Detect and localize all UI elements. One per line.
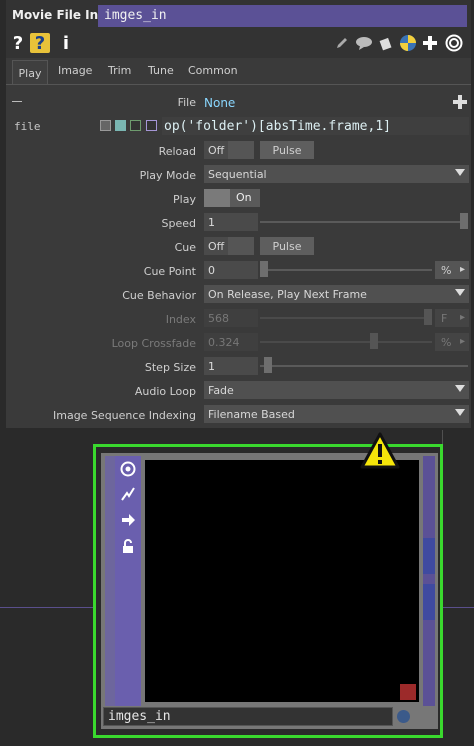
comment-icon[interactable] <box>354 33 374 53</box>
index-slider-track <box>260 317 432 319</box>
tab-trim[interactable]: Trim <box>108 64 131 77</box>
node-blue-dot-icon[interactable] <box>397 710 410 723</box>
loopcrossfade-slider-knob <box>370 333 378 349</box>
chevron-down-icon <box>455 169 465 176</box>
node-name: imges_in <box>108 709 171 724</box>
loopcrossfade-slider-track <box>260 341 432 343</box>
param-label-stepsize: Step Size <box>144 361 196 374</box>
loopcrossfade-unit-button: % ▸ <box>435 333 469 351</box>
node-viewer[interactable] <box>145 460 419 702</box>
param-label-loopcrossfade: Loop Crossfade <box>111 337 196 350</box>
collapse-icon[interactable] <box>12 101 22 102</box>
operator-name: imges_in <box>104 8 167 23</box>
node-name-bar[interactable]: imges_in <box>103 707 393 726</box>
viewer-red-corner <box>400 684 416 700</box>
bypass-flag-icon[interactable] <box>118 510 138 530</box>
param-label-index: Index <box>165 313 196 326</box>
viewer-flag-icon[interactable] <box>118 459 138 479</box>
chevron-down-icon <box>455 385 465 392</box>
mode-expression-icon[interactable] <box>115 120 126 131</box>
param-label-audioloop: Audio Loop <box>134 385 196 398</box>
param-label-speed: Speed <box>161 217 196 230</box>
param-label-reload: Reload <box>158 145 196 158</box>
tab-common[interactable]: Common <box>188 64 238 77</box>
node-add-icon[interactable] <box>416 709 432 725</box>
warning-icon[interactable] <box>360 432 400 473</box>
add-icon[interactable] <box>420 33 440 53</box>
node-output-bar <box>423 456 435 706</box>
imgseq-menu[interactable]: Filename Based <box>204 405 469 423</box>
speed-slider-track[interactable] <box>260 221 468 223</box>
title-bar: Movie File In imges_in <box>6 0 471 30</box>
file-field[interactable]: None <box>204 94 434 112</box>
cuepoint-slider-track[interactable] <box>260 269 432 271</box>
audioloop-menu[interactable]: Fade <box>204 381 469 399</box>
param-label-file: File <box>177 96 196 109</box>
node-input-strip <box>105 456 115 706</box>
reload-toggle[interactable]: Off <box>204 141 254 159</box>
index-slider-knob <box>424 309 432 325</box>
cuebehavior-menu[interactable]: On Release, Play Next Frame <box>204 285 469 303</box>
cuepoint-field[interactable]: 0 <box>204 261 258 279</box>
file-expression-field[interactable]: op('folder')[absTime.frame,1] <box>162 117 469 135</box>
param-label-imgseq: Image Sequence Indexing <box>53 409 196 422</box>
param-label-play: Play <box>173 193 196 206</box>
stepsize-field[interactable]: 1 <box>204 357 258 375</box>
cue-toggle[interactable]: Off <box>204 237 254 255</box>
cuepoint-slider-knob[interactable] <box>260 261 268 277</box>
icon-toolbar: ? ? i <box>6 30 471 58</box>
clone-icon[interactable] <box>376 33 396 53</box>
operator-name-field[interactable]: imges_in <box>98 5 467 27</box>
stepsize-slider-track[interactable] <box>260 365 468 367</box>
cuepoint-unit-button[interactable]: % ▸ <box>435 261 469 279</box>
python-icon[interactable] <box>398 33 418 53</box>
stepsize-slider-knob[interactable] <box>264 357 272 373</box>
chevron-down-icon <box>455 409 465 416</box>
tab-divider <box>6 84 471 85</box>
help-icon[interactable]: ? <box>8 33 28 54</box>
mode-bind-icon[interactable] <box>146 120 157 131</box>
index-unit-button: F ▸ <box>435 309 469 327</box>
output-connector[interactable] <box>423 584 435 620</box>
pencil-icon[interactable] <box>332 33 352 53</box>
mode-export-icon[interactable] <box>130 120 141 131</box>
add-file-icon[interactable] <box>452 94 468 110</box>
param-label-cuebehavior: Cue Behavior <box>122 289 196 302</box>
operator-type-label: Movie File In <box>12 8 99 22</box>
speed-slider-knob[interactable] <box>460 213 468 229</box>
param-label-cuepoint: Cue Point <box>143 265 196 278</box>
python-help-icon[interactable]: ? <box>30 33 50 54</box>
output-connector[interactable] <box>423 538 435 574</box>
loopcrossfade-field: 0.324 <box>204 333 258 351</box>
param-label-playmode: Play Mode <box>139 169 196 182</box>
param-label-cue: Cue <box>174 241 196 254</box>
chevron-down-icon <box>455 289 465 296</box>
cook-flag-icon[interactable] <box>118 484 138 504</box>
tab-tune[interactable]: Tune <box>148 64 174 77</box>
mode-constant-icon[interactable] <box>100 120 111 131</box>
speed-field[interactable]: 1 <box>204 213 258 231</box>
reload-pulse-button[interactable]: Pulse <box>260 141 314 159</box>
info-icon[interactable]: i <box>56 33 76 54</box>
tab-play[interactable]: Play <box>12 60 48 85</box>
parameter-dialog: Movie File In imges_in ? ? i Play Image … <box>6 0 471 428</box>
tab-image[interactable]: Image <box>58 64 92 77</box>
cue-pulse-button[interactable]: Pulse <box>260 237 314 255</box>
target-icon[interactable] <box>444 33 464 53</box>
playmode-menu[interactable]: Sequential <box>204 165 469 183</box>
param-name-file: file <box>14 120 41 133</box>
play-toggle[interactable]: On <box>204 189 260 207</box>
parameter-tabs: Play Image Trim Tune Common <box>6 60 471 85</box>
lock-flag-icon[interactable] <box>118 536 138 556</box>
index-field: 568 <box>204 309 258 327</box>
